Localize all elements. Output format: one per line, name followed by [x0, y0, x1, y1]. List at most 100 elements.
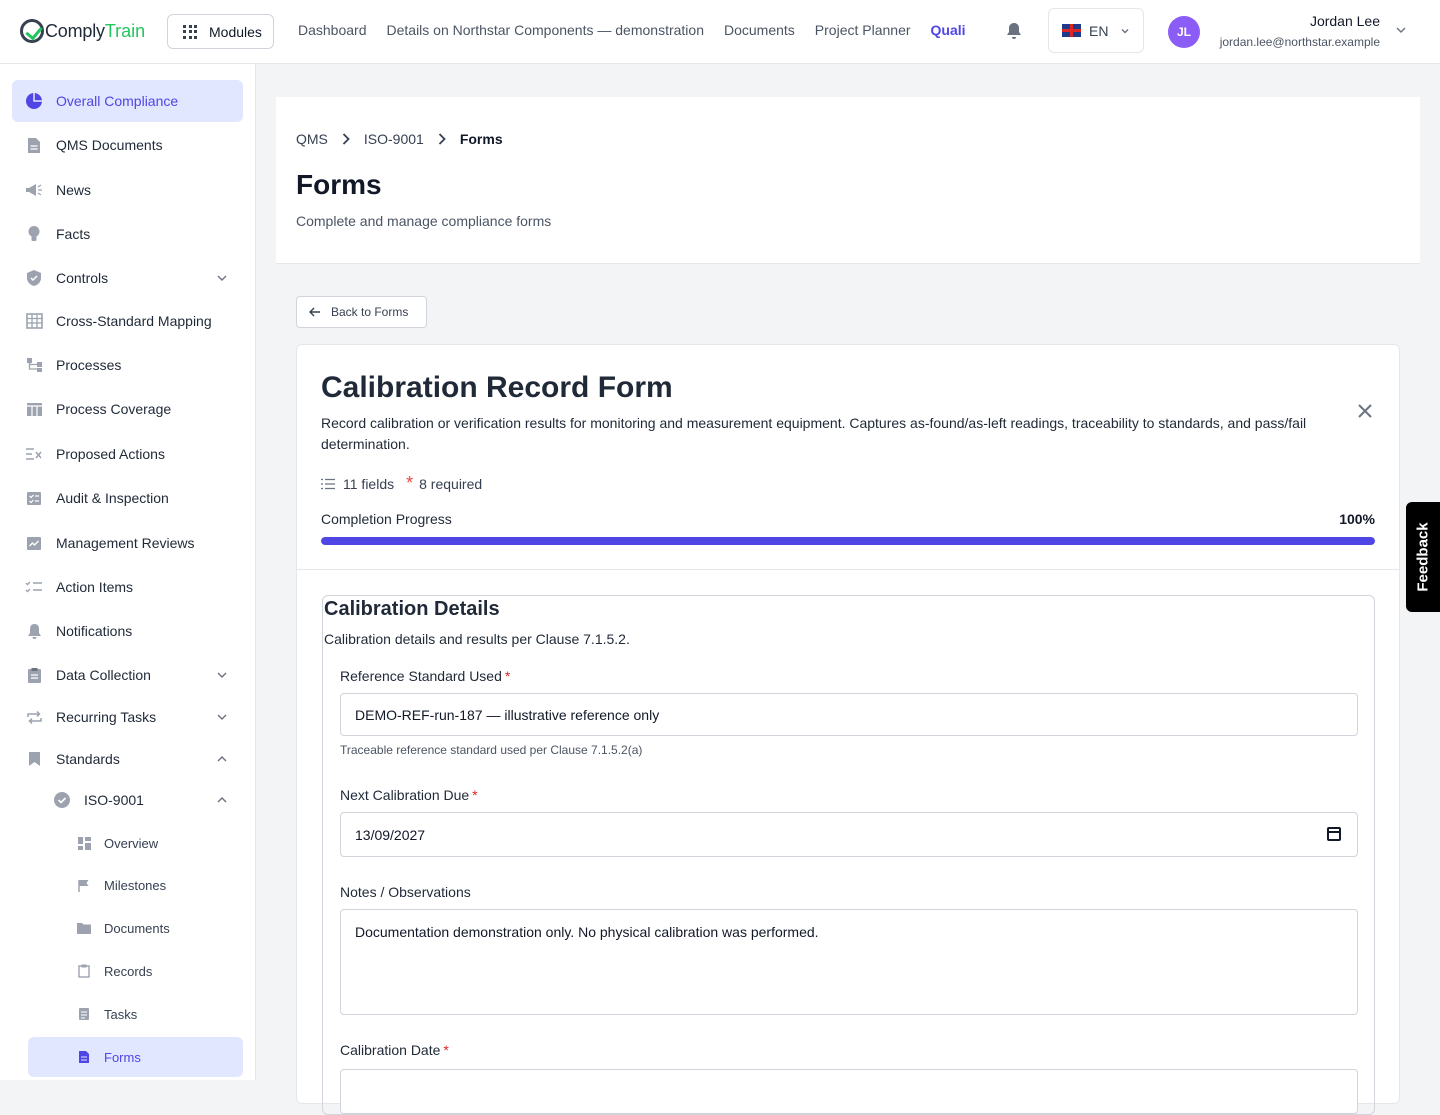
- breadcrumb-forms: Forms: [459, 131, 503, 147]
- breadcrumb-iso-9001[interactable]: ISO-9001: [364, 131, 424, 147]
- sidebar-item-label: Documents: [104, 920, 170, 936]
- nav-project-planner[interactable]: Project Planner: [815, 22, 911, 38]
- chevron-down-icon: [1121, 28, 1129, 33]
- avatar[interactable]: JL: [1168, 16, 1200, 48]
- required-asterisk-icon: *: [406, 473, 414, 493]
- sidebar-item-label: Controls: [56, 270, 109, 286]
- feedback-tab[interactable]: Feedback: [1406, 502, 1440, 612]
- section-description: Calibration details and results per Clau…: [324, 631, 630, 647]
- sidebar-item-label: Audit & Inspection: [56, 490, 169, 506]
- sidebar-item-news[interactable]: News: [12, 169, 243, 211]
- uk-flag-icon: [1062, 24, 1081, 37]
- sidebar-subitem-records[interactable]: Records: [28, 951, 243, 991]
- sidebar-item-label: Forms: [104, 1049, 141, 1065]
- form-title: Calibration Record Form: [321, 371, 673, 404]
- logo-text: Comply: [45, 20, 105, 41]
- calendar-icon[interactable]: [1327, 827, 1341, 841]
- sidebar-item-process-coverage[interactable]: Process Coverage: [12, 388, 243, 430]
- nav-documents[interactable]: Documents: [724, 22, 795, 38]
- grid-icon: [183, 24, 197, 39]
- sidebar-item-label: Processes: [56, 357, 122, 373]
- sidebar-subitem-overview[interactable]: Overview: [28, 823, 243, 863]
- fields-count: 11 fields: [343, 475, 395, 492]
- nav-details[interactable]: Details on Northstar Components — demons…: [387, 22, 704, 38]
- sidebar-item-label: Management Reviews: [56, 535, 195, 551]
- nav-dashboard[interactable]: Dashboard: [298, 22, 367, 38]
- app-logo[interactable]: Comply Train: [20, 18, 145, 44]
- calibration-date-input[interactable]: [340, 1069, 1358, 1114]
- logo-text-accent: Train: [104, 20, 146, 41]
- notes-textarea[interactable]: Documentation demonstration only. No phy…: [340, 909, 1358, 1015]
- logo-check-icon: [20, 19, 44, 43]
- sidebar-subitem-milestones[interactable]: Milestones: [28, 865, 243, 905]
- chevron-up-icon: [217, 756, 227, 762]
- sidebar: Overall Compliance QMS Documents News Fa…: [0, 64, 256, 1080]
- sidebar-item-cross-standard-mapping[interactable]: Cross-Standard Mapping: [12, 300, 243, 342]
- sidebar-item-label: Notifications: [56, 623, 133, 639]
- sidebar-item-label: Tasks: [104, 1006, 138, 1022]
- sidebar-item-label: QMS Documents: [56, 137, 163, 153]
- sidebar-item-qms-documents[interactable]: QMS Documents: [12, 124, 243, 166]
- task-icon: [76, 1005, 92, 1023]
- sidebar-item-controls[interactable]: Controls: [12, 257, 243, 299]
- sidebar-subitem-forms[interactable]: Forms: [28, 1037, 243, 1077]
- chart-icon: [24, 534, 44, 552]
- sidebar-item-facts[interactable]: Facts: [12, 213, 243, 255]
- page-header: QMS ISO-9001 Forms Forms Complete and ma…: [276, 97, 1420, 264]
- close-icon[interactable]: [1357, 403, 1373, 419]
- sidebar-item-processes[interactable]: Processes: [12, 344, 243, 386]
- chevron-right-icon: [342, 133, 350, 145]
- dashboard-icon: [76, 834, 92, 852]
- sidebar-item-label: Process Coverage: [56, 401, 172, 417]
- user-name: Jordan Lee: [1309, 13, 1380, 29]
- sidebar-item-data-collection[interactable]: Data Collection: [12, 654, 243, 696]
- sidebar-subitem-tasks[interactable]: Tasks: [28, 994, 243, 1034]
- sidebar-item-proposed-actions[interactable]: Proposed Actions: [12, 433, 243, 475]
- sidebar-item-label: Milestones: [104, 877, 167, 893]
- next-calibration-value: 13/09/2027: [355, 826, 426, 843]
- language-selector[interactable]: EN: [1048, 8, 1144, 53]
- clipboard-icon: [24, 666, 44, 684]
- notifications-bell-icon[interactable]: [1006, 22, 1022, 40]
- repeat-icon: [24, 708, 44, 726]
- list-x-icon: [24, 445, 44, 463]
- bookmark-icon: [24, 750, 44, 768]
- next-calibration-date-input[interactable]: 13/09/2027: [340, 812, 1358, 857]
- calibration-date-label: Calibration Date *: [340, 1042, 449, 1058]
- user-menu-chevron-icon[interactable]: [1396, 25, 1406, 35]
- top-bar: Comply Train Modules Dashboard Details on…: [0, 0, 1440, 64]
- sidebar-item-action-items[interactable]: Action Items: [12, 566, 243, 608]
- back-label: Back to Forms: [331, 305, 409, 319]
- sidebar-item-iso-9001[interactable]: ISO-9001: [40, 780, 243, 820]
- sidebar-item-overall-compliance[interactable]: Overall Compliance: [12, 80, 243, 122]
- checklist-icon: [24, 489, 44, 507]
- calibration-details-section: Calibration Details Calibration details …: [322, 595, 1375, 1115]
- reference-standard-input[interactable]: DEMO-REF-run-187 — illustrative referenc…: [340, 693, 1358, 736]
- sidebar-item-management-reviews[interactable]: Management Reviews: [12, 522, 243, 564]
- sidebar-item-label: Action Items: [56, 579, 134, 595]
- sidebar-item-recurring-tasks[interactable]: Recurring Tasks: [12, 696, 243, 738]
- clipboard-icon: [76, 962, 92, 980]
- modules-button[interactable]: Modules: [167, 14, 274, 49]
- modules-label: Modules: [209, 23, 262, 40]
- sidebar-subitem-documents[interactable]: Documents: [28, 908, 243, 948]
- page-title: Forms: [296, 169, 382, 200]
- nav-quality[interactable]: Quali: [931, 22, 966, 38]
- megaphone-icon: [24, 181, 44, 199]
- sidebar-item-notifications[interactable]: Notifications: [12, 610, 243, 652]
- progress-label: Completion Progress: [321, 511, 452, 527]
- progress-percent: 100%: [1339, 511, 1375, 527]
- document-icon: [24, 136, 44, 154]
- top-nav: Dashboard Details on Northstar Component…: [298, 22, 974, 38]
- folder-icon: [76, 919, 92, 937]
- back-to-forms-button[interactable]: Back to Forms: [296, 296, 427, 328]
- sidebar-item-label: Standards: [56, 751, 120, 767]
- table-icon: [24, 312, 44, 330]
- sidebar-item-standards[interactable]: Standards: [12, 738, 243, 780]
- section-title: Calibration Details: [324, 598, 500, 620]
- sidebar-item-audit-inspection[interactable]: Audit & Inspection: [12, 477, 243, 519]
- lightbulb-icon: [24, 225, 44, 243]
- chevron-right-icon: [438, 133, 446, 145]
- breadcrumb-qms[interactable]: QMS: [296, 131, 328, 147]
- language-label: EN: [1089, 22, 1109, 39]
